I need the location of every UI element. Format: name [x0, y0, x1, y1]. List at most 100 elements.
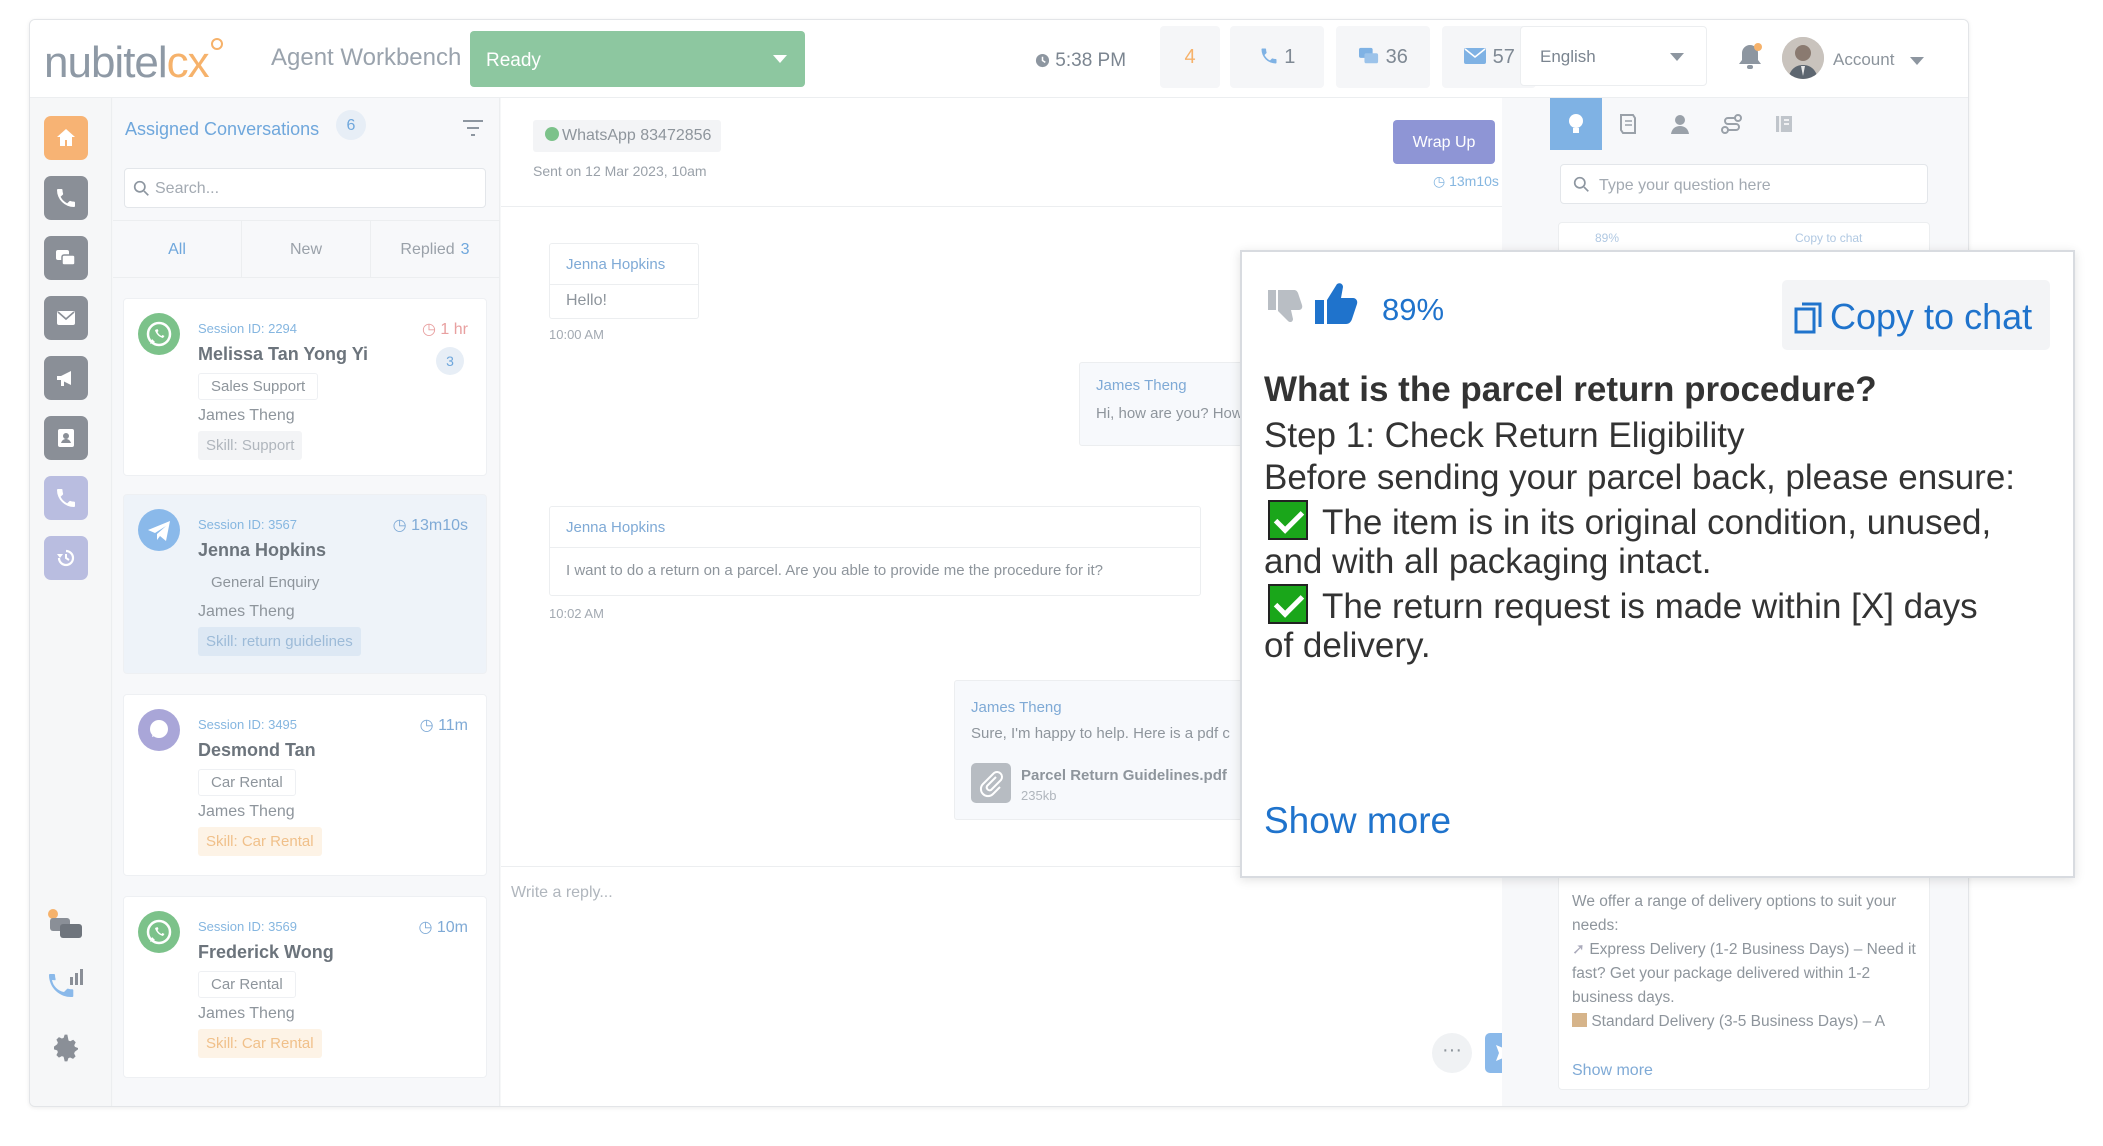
left-nav-rail: [30, 98, 112, 1106]
account-menu[interactable]: Account: [1833, 50, 1894, 70]
skill-label: Skill:: [206, 1035, 238, 1052]
message-sender: James Theng: [971, 699, 1062, 716]
more-label: ···: [1442, 1039, 1462, 1061]
customer-profile-icon[interactable]: [1654, 98, 1706, 150]
time-value: 1 hr: [440, 321, 468, 338]
timer-value: 13m10s: [1449, 173, 1499, 189]
phone-icon[interactable]: [44, 176, 88, 220]
message-sender: James Theng: [1096, 377, 1187, 394]
confidence-score: 89%: [1382, 292, 1445, 327]
channel-label: WhatsApp 83472856: [562, 127, 712, 144]
message-text: Sure, I'm happy to help. Here is a pdf c: [971, 725, 1230, 742]
assist-search-input[interactable]: Type your question here: [1560, 164, 1928, 204]
thumbs-down-icon[interactable]: [1264, 284, 1306, 326]
unread-badge: 3: [436, 347, 464, 375]
department-tag: Car Rental: [198, 769, 296, 796]
message-bubble: Jenna Hopkins I want to do a return on a…: [549, 506, 1201, 596]
answer-line: The item is in its original condition, u…: [1322, 503, 1992, 542]
list-title: Assigned Conversations: [125, 119, 320, 139]
skill-value: Car Rental: [241, 1035, 314, 1052]
conversation-card[interactable]: Session ID: 3495 Desmond Tan Car Rental …: [123, 694, 487, 876]
chat-icon: [138, 709, 180, 751]
reply-input[interactable]: Write a reply...: [511, 884, 613, 902]
conversations-icon[interactable]: [46, 908, 86, 944]
show-more-link[interactable]: Show more: [1264, 800, 1451, 842]
department-tag: Car Rental: [198, 971, 296, 998]
user-photo-icon: [1782, 37, 1824, 79]
language-select[interactable]: English: [1520, 26, 1707, 86]
ghost-copy-label: Copy to chat: [1795, 231, 1863, 245]
more-options-button[interactable]: ···: [1432, 1033, 1472, 1073]
clock-icon: ◷: [418, 919, 433, 936]
avatar[interactable]: [1782, 37, 1824, 79]
conversation-card[interactable]: Session ID: 3569 Frederick Wong Car Rent…: [123, 896, 487, 1078]
answer-line: Before sending your parcel back, please …: [1264, 458, 2016, 497]
search-placeholder: Search...: [155, 180, 220, 197]
copy-label: Copy to chat: [1830, 296, 2033, 337]
agent-status-dropdown[interactable]: Ready: [470, 31, 805, 87]
conversation-card[interactable]: Session ID: 3567 Jenna Hopkins General E…: [123, 494, 487, 674]
message-text: I want to do a return on a parcel. Are y…: [566, 562, 1103, 579]
clock-display: 5:38 PM: [1035, 50, 1126, 72]
agent-name: James Theng: [198, 1005, 295, 1022]
paperclip-icon: [971, 763, 1011, 803]
skill-tag: Skill: Support: [198, 431, 303, 460]
ghost-confidence: 89%: [1595, 231, 1620, 245]
mail-icon[interactable]: [44, 296, 88, 340]
agent-name: James Theng: [198, 803, 295, 820]
time-value: 10m: [436, 919, 468, 936]
megaphone-icon[interactable]: [44, 356, 88, 400]
standard-text: Standard Delivery (3-5 Business Days) – …: [1591, 1013, 1886, 1030]
routing-icon[interactable]: [1706, 98, 1758, 150]
queue-counter[interactable]: 4: [1160, 26, 1220, 88]
chevron-down-icon[interactable]: [1910, 57, 1924, 65]
script-icon[interactable]: [1602, 98, 1654, 150]
chat-bubbles-icon: [1359, 47, 1379, 64]
session-id: Session ID: 2294: [198, 321, 298, 336]
language-value: English: [1540, 47, 1596, 66]
copy-icon: [1794, 302, 1822, 334]
tab-new[interactable]: New: [242, 221, 371, 277]
agent-name: James Theng: [198, 407, 295, 424]
calls-counter[interactable]: 1: [1230, 26, 1324, 88]
lightbulb-icon[interactable]: [1550, 98, 1602, 150]
bell-icon[interactable]: [1736, 42, 1764, 72]
show-more-link[interactable]: Show more: [1572, 1062, 1653, 1080]
tab-replied[interactable]: Replied 3: [371, 221, 499, 277]
list-count-badge: 6: [336, 110, 366, 140]
chevron-down-icon: [773, 55, 787, 63]
message-time: 10:00 AM: [549, 327, 604, 342]
history-icon[interactable]: [44, 536, 88, 580]
call-log-icon[interactable]: [44, 476, 88, 520]
skill-label: Skill:: [206, 437, 238, 454]
chats-counter[interactable]: 36: [1336, 26, 1430, 88]
gear-icon[interactable]: [50, 1032, 82, 1064]
chat-icon[interactable]: [44, 236, 88, 280]
answer-standard: Standard Delivery (3-5 Business Days) – …: [1572, 1010, 1922, 1034]
call-stats-icon[interactable]: [46, 968, 86, 1004]
answer-text: We offer a range of delivery options to …: [1572, 890, 1922, 1034]
message-bubble: Jenna Hopkins Hello!: [549, 243, 699, 319]
message-text: Hi, how are you? How: [1096, 405, 1243, 422]
answer-line: and with all packaging intact.: [1264, 542, 1712, 581]
clock-icon: ◷: [1433, 173, 1446, 189]
attachment-name[interactable]: Parcel Return Guidelines.pdf: [1021, 767, 1227, 784]
whatsapp-icon: [138, 313, 180, 355]
conversation-card[interactable]: Session ID: 2294 Melissa Tan Yong Yi Sal…: [123, 298, 487, 476]
package-icon: [1572, 1013, 1587, 1027]
search-input[interactable]: Search...: [124, 168, 486, 208]
thumbs-up-icon[interactable]: [1312, 280, 1360, 326]
chevron-down-icon: [1670, 53, 1684, 61]
home-icon[interactable]: [44, 116, 88, 160]
skill-label: Skill:: [206, 633, 238, 650]
filter-icon[interactable]: [461, 118, 485, 138]
tab-all[interactable]: All: [113, 221, 242, 277]
contact-card-icon[interactable]: [44, 416, 88, 460]
copy-to-chat-button[interactable]: Copy to chat: [1782, 280, 2050, 350]
wrap-up-button[interactable]: Wrap Up: [1393, 120, 1495, 164]
express-text: Express Delivery (1-2 Business Days) – N…: [1572, 941, 1916, 1006]
top-bar: nubitelcx Agent Workbench Ready 5:38 PM …: [30, 20, 1968, 98]
session-id: Session ID: 3569: [198, 919, 298, 934]
notes-book-icon[interactable]: [1758, 98, 1810, 150]
tab-count: 3: [460, 241, 470, 258]
